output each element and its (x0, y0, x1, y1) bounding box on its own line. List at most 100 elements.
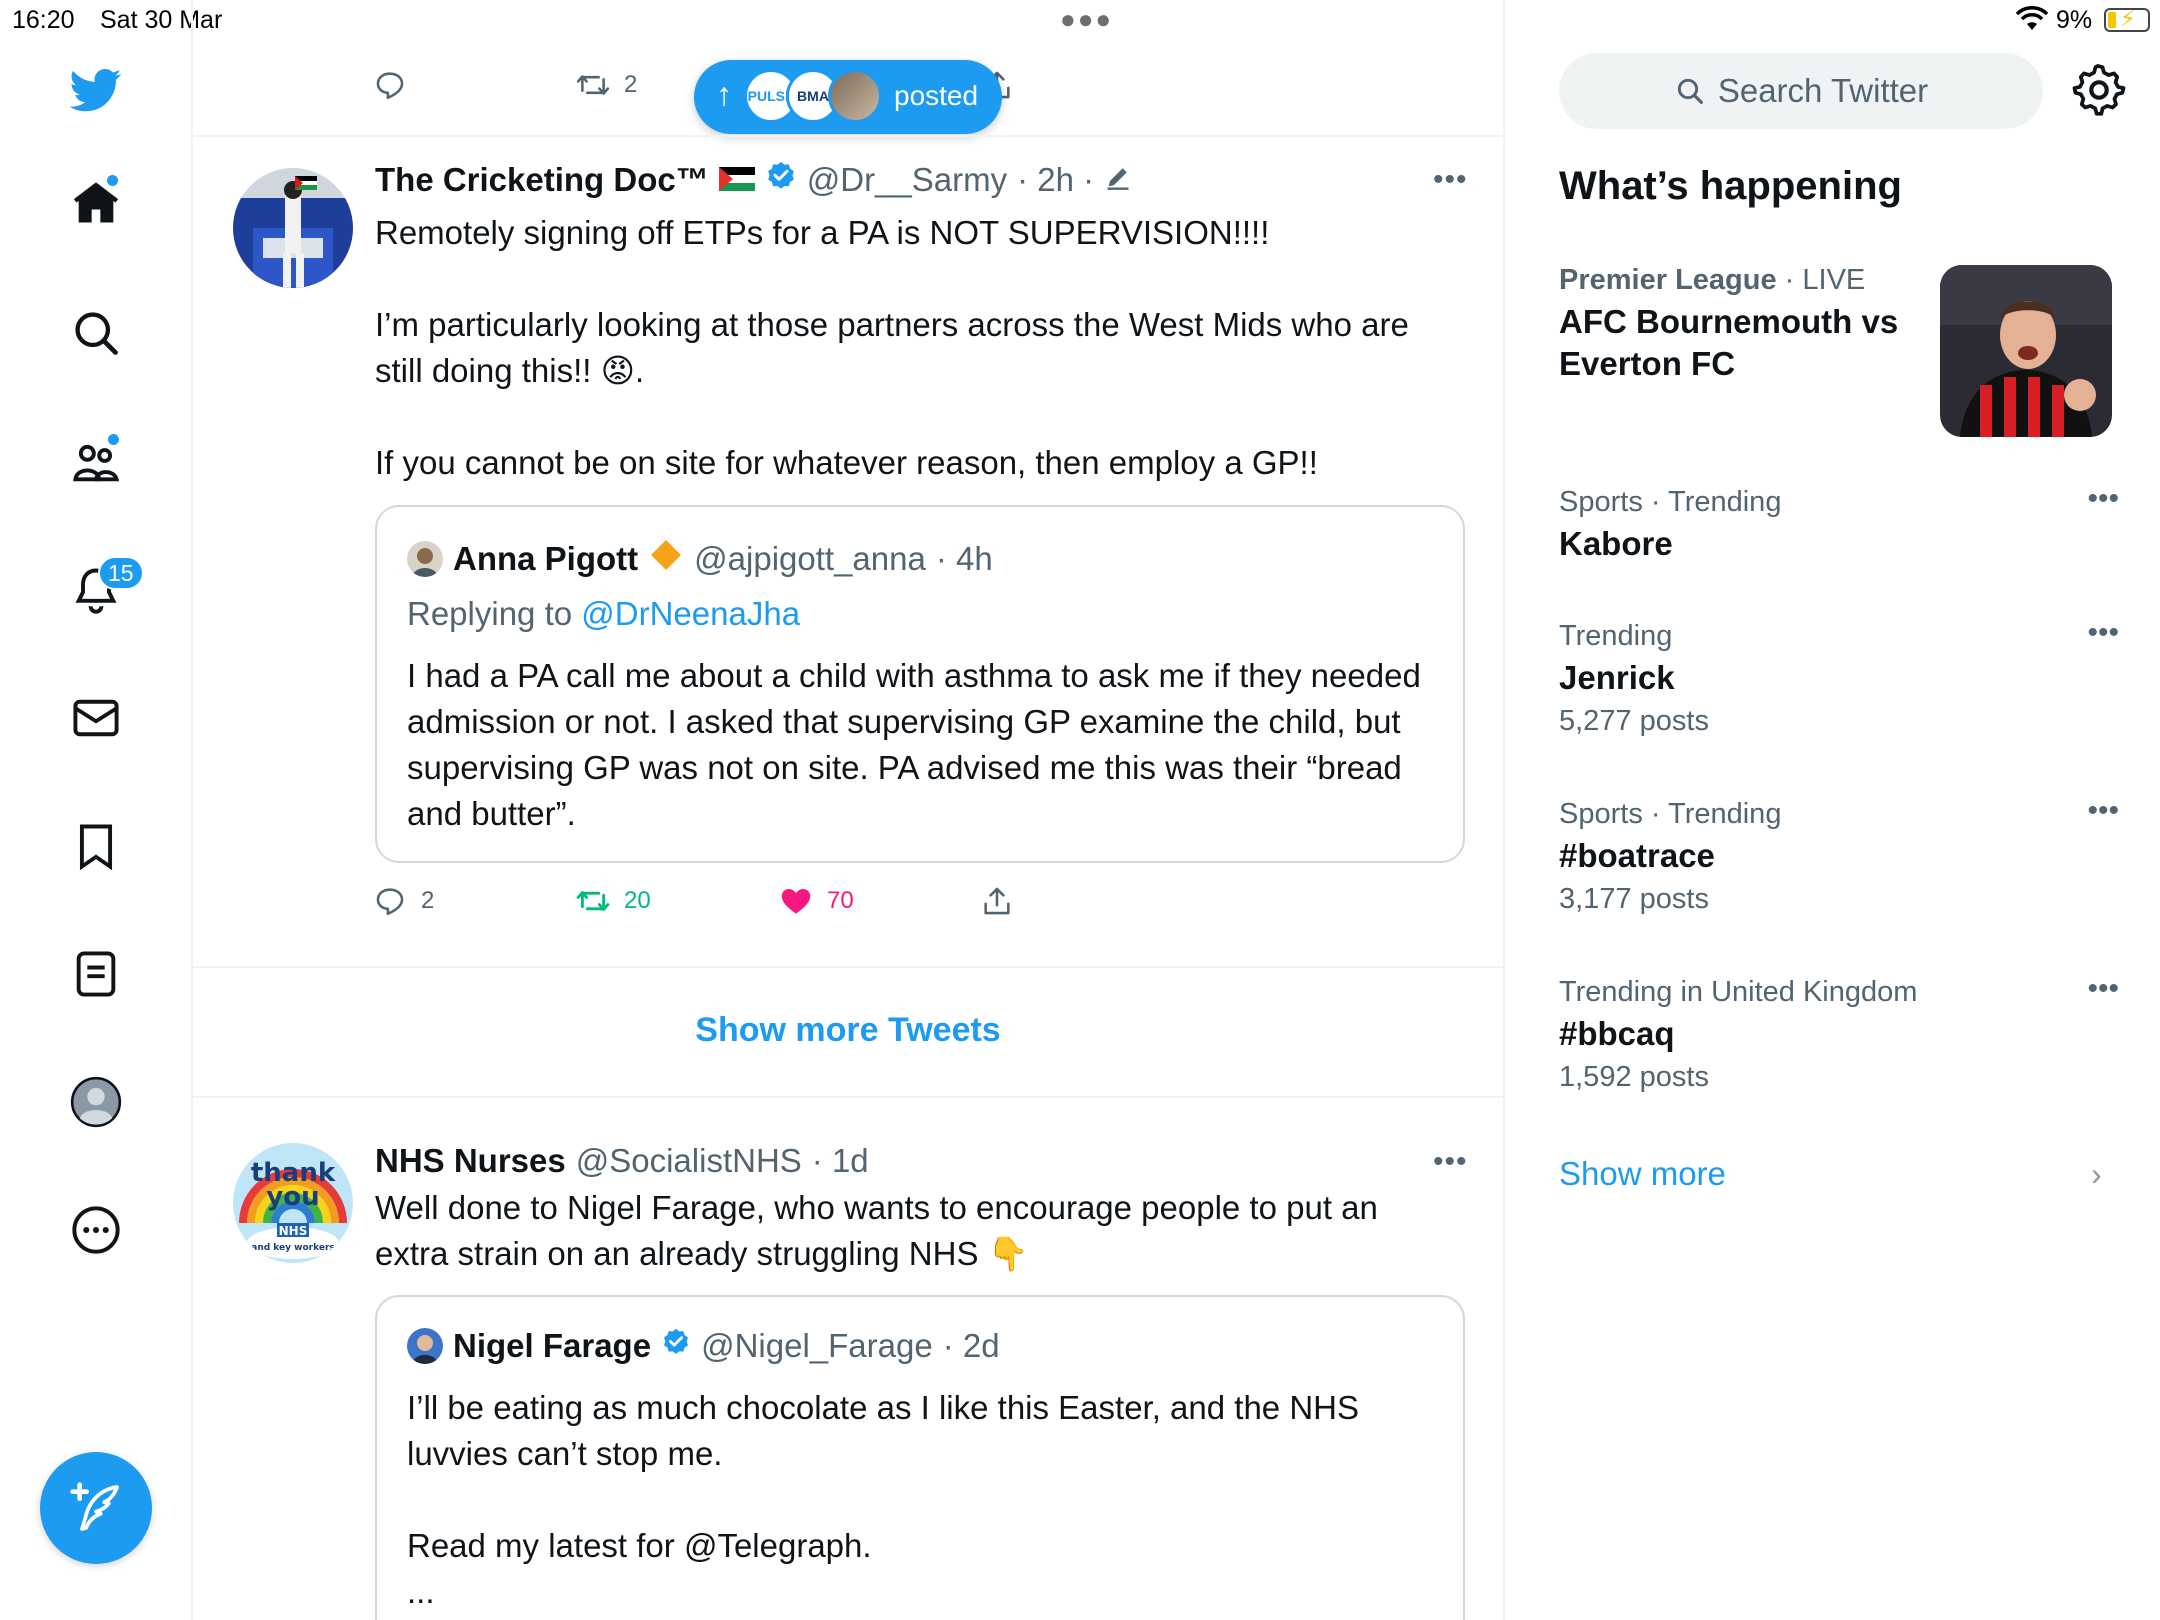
tweet-header: NHS Nurses @SocialistNHS · 1d (375, 1142, 869, 1180)
quoted-tweet-time: · 2d (942, 1327, 1000, 1364)
trend-more-icon[interactable]: ••• (2087, 616, 2119, 650)
left-navigation: 15 (0, 0, 193, 1620)
verified-badge-icon (661, 1327, 691, 1365)
quoted-tweet-time: · 4h (935, 540, 993, 577)
compose-tweet-button[interactable] (40, 1452, 152, 1564)
divider (193, 966, 1503, 968)
retweet-button[interactable]: 20 (576, 884, 651, 918)
profile-avatar-icon[interactable] (56, 1062, 136, 1142)
pill-avatar-person (828, 69, 882, 123)
right-sidebar: Search Twitter What’s happening Premier … (1507, 0, 2160, 1620)
quoted-paragraph: I’ll be eating as much chocolate as I li… (407, 1389, 1360, 1472)
retweet-count: 20 (624, 887, 651, 914)
like-button[interactable]: 70 (779, 884, 854, 918)
quoted-author-handle: @Nigel_Farage (701, 1327, 933, 1364)
retweet-count: 2 (624, 71, 638, 98)
reply-count: 2 (421, 887, 435, 914)
notifications-count-badge: 15 (98, 556, 144, 590)
reply-button[interactable] (373, 68, 407, 102)
timeline: 2 ↑ PULSE BMA posted The Cricketing Doc™… (193, 0, 1505, 1620)
trend-title: Kabore (1559, 525, 1673, 562)
avatar-text-you: you (266, 1182, 319, 1212)
reply-button[interactable]: 2 (373, 884, 434, 918)
quoted-tweet-card[interactable]: Nigel Farage @Nigel_Farage · 2d I’ll be … (375, 1295, 1465, 1620)
settings-gear-icon[interactable] (2071, 62, 2127, 118)
tweet-paragraph: Remotely signing off ETPs for a PA is NO… (375, 214, 1270, 251)
author-name[interactable]: NHS Nurses (375, 1142, 566, 1180)
trend-context: Sports · Trending (1559, 798, 1782, 830)
trend-context: Trending (1559, 620, 1673, 652)
trend-more-icon[interactable]: ••• (2087, 482, 2119, 516)
search-icon (1677, 78, 1703, 104)
retweet-icon (576, 891, 610, 911)
trend-context: Sports · Trending (1559, 486, 1782, 518)
trend-item[interactable]: Sports · Trending #boatrace 3,177 posts … (1559, 794, 2119, 916)
retweet-button[interactable]: 2 (576, 68, 637, 102)
show-more-tweets-link[interactable]: Show more Tweets (193, 1011, 1503, 1050)
tweet-body: Well done to Nigel Farage, who wants to … (375, 1189, 1378, 1272)
search-input[interactable]: Search Twitter (1559, 53, 2043, 129)
avatar-text-nhs: NHS (279, 1224, 308, 1238)
nigel-farage-avatar (407, 1328, 443, 1364)
share-button[interactable] (980, 884, 1014, 918)
divider (193, 1096, 1503, 1098)
verified-badge-icon (765, 160, 797, 200)
author-handle[interactable]: @SocialistNHS (576, 1142, 802, 1180)
chevron-right-icon[interactable]: › (2091, 1156, 2102, 1193)
explore-search-icon[interactable] (56, 293, 136, 373)
trend-more-icon[interactable]: ••• (2087, 972, 2119, 1006)
notifications-bell-icon[interactable]: 15 (56, 550, 144, 630)
heart-icon (781, 888, 811, 914)
author-name[interactable]: The Cricketing Doc™ (375, 161, 709, 199)
trend-title: Jenrick (1559, 659, 1675, 696)
messages-envelope-icon[interactable] (56, 678, 136, 758)
whats-happening-heading: What’s happening (1559, 164, 1902, 208)
quoted-tweet-card[interactable]: Anna Pigott @ajpigott_anna · 4h Replying… (375, 505, 1465, 863)
more-options-icon[interactable] (56, 1190, 136, 1270)
replying-to-label: Replying to (407, 595, 573, 632)
tweet-paragraph: If you cannot be on site for whatever re… (375, 444, 1318, 481)
replying-to-line: Replying to @DrNeenaJha (407, 595, 800, 633)
featured-trend-image[interactable] (1940, 265, 2112, 437)
tweet-time[interactable]: · 2h · (1017, 161, 1094, 199)
quoted-author-handle: @ajpigott_anna (694, 540, 926, 577)
home-icon[interactable] (56, 163, 136, 243)
bookmarks-icon[interactable] (56, 806, 136, 886)
trend-post-count: 1,592 posts (1559, 1061, 1709, 1093)
orange-diamond-icon (648, 537, 684, 581)
cricketing-doc-avatar[interactable] (233, 168, 353, 288)
palestine-flag-icon (718, 161, 755, 199)
like-count: 70 (827, 887, 854, 914)
trend-more-icon[interactable]: ••• (2087, 794, 2119, 828)
tweet-body: Remotely signing off ETPs for a PA is NO… (375, 210, 1445, 486)
show-more-trends-link[interactable]: Show more (1559, 1155, 1726, 1193)
tweet-header: The Cricketing Doc™ @Dr__Sarmy · 2h · (375, 160, 1132, 200)
new-posts-pill-button[interactable]: ↑ PULSE BMA posted (694, 60, 1002, 134)
quoted-tweet-text: I had a PA call me about a child with as… (407, 657, 1421, 832)
trend-item[interactable]: Trending Jenrick 5,277 posts ••• (1559, 616, 2119, 738)
avatar-text-key-workers: and key workers (251, 1243, 334, 1253)
tweet-time[interactable]: · 1d (812, 1142, 869, 1180)
trend-context: Trending in United Kingdom (1559, 976, 1918, 1008)
twitter-logo-icon[interactable] (56, 50, 136, 130)
featured-trend[interactable]: Premier League · LIVE AFC Bournemouth vs… (1559, 264, 1939, 385)
trend-item[interactable]: Trending in United Kingdom #bbcaq 1,592 … (1559, 972, 2119, 1094)
lists-icon[interactable] (56, 934, 136, 1014)
trend-item[interactable]: Sports · Trending Kabore ••• (1559, 482, 2119, 565)
quoted-tweet-header: Nigel Farage @Nigel_Farage · 2d (407, 1327, 1000, 1365)
quoted-paragraph: Read my latest for @Telegraph. (407, 1527, 872, 1564)
tweet-paragraph: I’m particularly looking at those partne… (375, 306, 1409, 389)
trend-context-live: · LIVE (1776, 264, 1866, 296)
reply-icon (376, 72, 404, 100)
tweet-more-icon[interactable]: ••• (1433, 1145, 1468, 1179)
divider (193, 135, 1503, 137)
author-handle[interactable]: @Dr__Sarmy (807, 161, 1007, 199)
nhs-nurses-avatar[interactable]: thank you NHS and key workers (233, 1143, 353, 1263)
edited-pencil-icon[interactable] (1104, 161, 1132, 199)
anna-pigott-avatar (407, 541, 443, 577)
communities-icon[interactable] (56, 422, 136, 502)
reply-mention-link[interactable]: @DrNeenaJha (581, 595, 800, 632)
trend-title: AFC Bournemouth vs Everton FC (1559, 303, 1899, 382)
quoted-author-name: Anna Pigott (453, 540, 639, 577)
tweet-more-icon[interactable]: ••• (1433, 163, 1468, 197)
